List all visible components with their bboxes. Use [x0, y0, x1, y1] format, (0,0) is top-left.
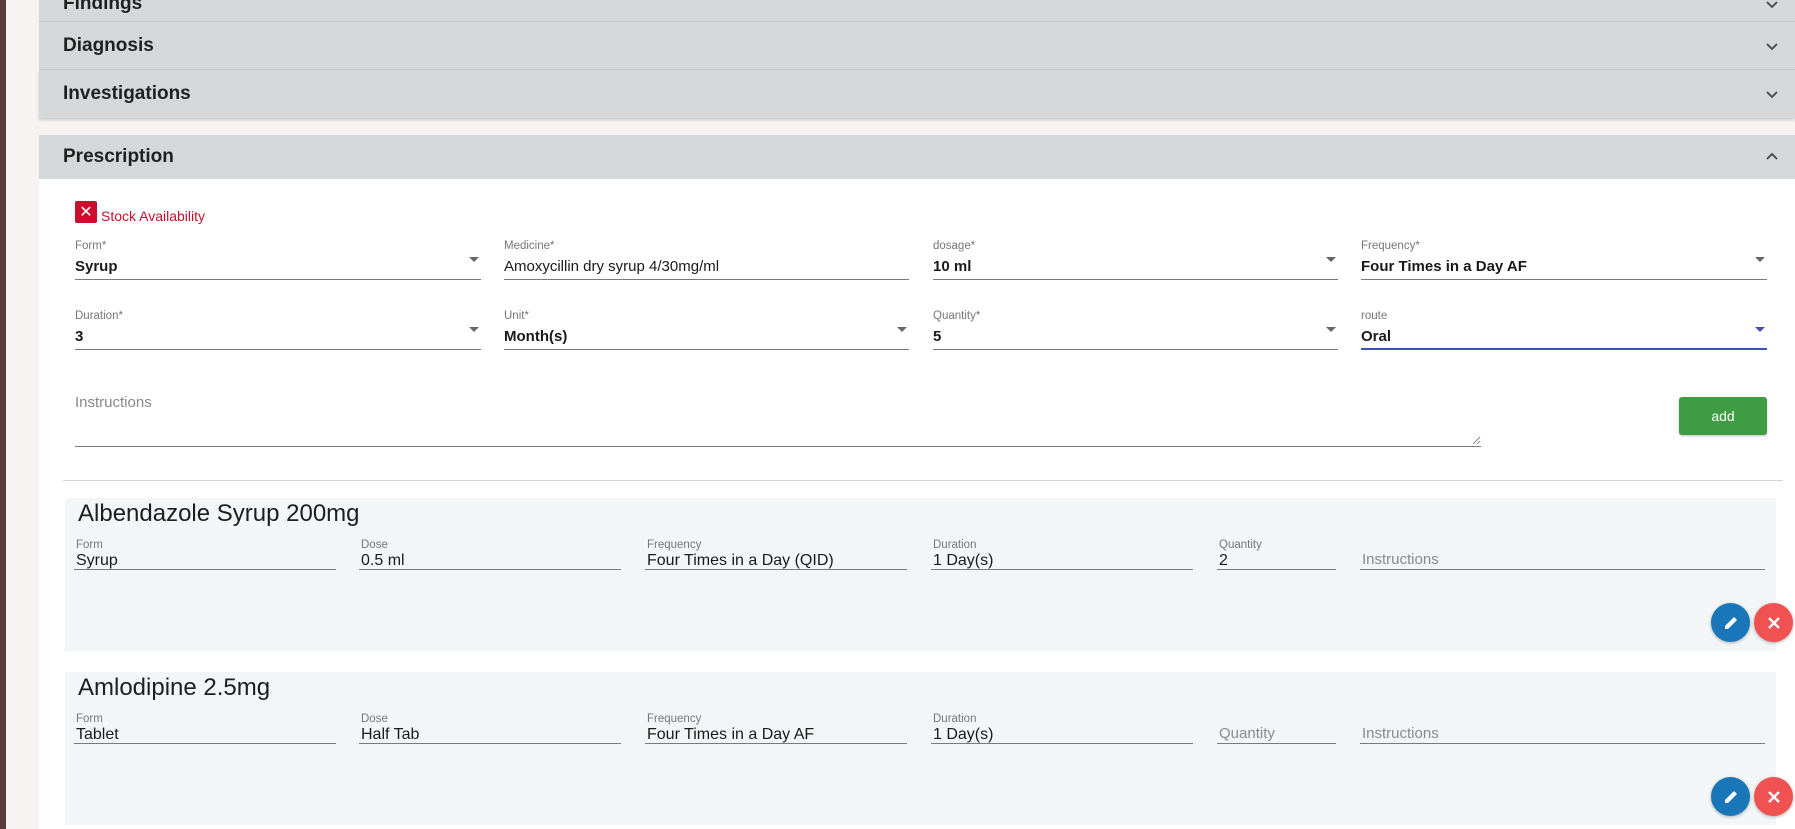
- med-frequency-field[interactable]: Frequency Four Times in a Day (QID): [645, 539, 907, 570]
- left-rail: [0, 0, 6, 829]
- stock-availability-label: Stock Availability: [101, 208, 206, 224]
- delete-button[interactable]: [1754, 777, 1793, 816]
- add-button[interactable]: add: [1679, 397, 1767, 435]
- med-instructions-field[interactable]: Instructions: [1360, 713, 1765, 744]
- unit-label: Unit*: [504, 310, 529, 322]
- prescription-body: ✕ Stock Availability Form* Syrup Medicin…: [39, 179, 1795, 829]
- findings-panel-header[interactable]: Findings: [39, 0, 1795, 22]
- med-dose-label: Dose: [361, 539, 388, 551]
- med-instructions-placeholder: Instructions: [1362, 725, 1439, 742]
- med-dose-value: Half Tab: [361, 726, 420, 743]
- chevron-up-icon[interactable]: [1761, 146, 1783, 168]
- med-duration-field[interactable]: Duration 1 Day(s): [931, 539, 1193, 570]
- route-label: route: [1361, 310, 1388, 322]
- pencil-icon: [1724, 616, 1737, 629]
- dropdown-arrow-icon: [1755, 327, 1765, 332]
- dropdown-arrow-icon: [897, 327, 907, 332]
- medicine-card: Albendazole Syrup 200mg Form Syrup Dose …: [65, 498, 1793, 651]
- med-instructions-field[interactable]: Instructions: [1360, 539, 1765, 570]
- medicine-name: Albendazole Syrup 200mg: [78, 500, 360, 527]
- delete-button[interactable]: [1754, 603, 1793, 642]
- med-dose-field[interactable]: Dose 0.5 ml: [359, 539, 621, 570]
- diagnosis-panel-header[interactable]: Diagnosis: [39, 22, 1795, 70]
- investigations-panel-header[interactable]: Investigations: [39, 70, 1795, 118]
- resize-grip-icon[interactable]: [1472, 436, 1481, 445]
- unit-select[interactable]: Unit* Month(s): [504, 310, 909, 350]
- dropdown-arrow-icon: [1326, 327, 1336, 332]
- med-quantity-field[interactable]: Quantity: [1217, 713, 1336, 744]
- med-form-field[interactable]: Form Syrup: [74, 539, 336, 570]
- dosage-label: dosage*: [933, 240, 976, 252]
- duration-value: 3: [75, 328, 84, 345]
- med-frequency-field[interactable]: Frequency Four Times in a Day AF: [645, 713, 907, 744]
- edit-button[interactable]: [1711, 603, 1750, 642]
- med-duration-value: 1 Day(s): [933, 726, 994, 743]
- investigations-title: Investigations: [63, 83, 191, 104]
- chevron-down-icon[interactable]: [1761, 0, 1783, 15]
- close-icon: [1767, 616, 1780, 629]
- med-duration-value: 1 Day(s): [933, 552, 994, 569]
- med-dose-field[interactable]: Dose Half Tab: [359, 713, 621, 744]
- med-duration-field[interactable]: Duration 1 Day(s): [931, 713, 1193, 744]
- med-duration-label: Duration: [933, 713, 977, 725]
- findings-title: Findings: [63, 0, 143, 14]
- med-quantity-label: Quantity: [1219, 539, 1262, 551]
- medicine-label: Medicine*: [504, 240, 555, 252]
- form-select[interactable]: Form* Syrup: [75, 240, 481, 280]
- med-quantity-value: 2: [1219, 552, 1228, 569]
- pencil-icon: [1724, 790, 1737, 803]
- dropdown-arrow-icon: [469, 257, 479, 262]
- med-form-value: Syrup: [76, 552, 118, 569]
- dosage-value: 10 ml: [933, 258, 972, 275]
- med-frequency-value: Four Times in a Day (QID): [647, 552, 834, 569]
- instructions-placeholder: Instructions: [75, 394, 152, 411]
- quantity-select[interactable]: Quantity* 5: [933, 310, 1338, 350]
- consultation-page: Findings Diagnosis Investigations Prescr…: [39, 0, 1795, 829]
- form-label: Form*: [75, 240, 107, 252]
- duration-select[interactable]: Duration* 3: [75, 310, 481, 350]
- dosage-select[interactable]: dosage* 10 ml: [933, 240, 1338, 280]
- med-dose-label: Dose: [361, 713, 388, 725]
- stock-availability[interactable]: ✕ Stock Availability: [75, 200, 205, 224]
- med-duration-label: Duration: [933, 539, 977, 551]
- med-quantity-field[interactable]: Quantity 2: [1217, 539, 1336, 570]
- chevron-down-icon[interactable]: [1761, 83, 1783, 105]
- dropdown-arrow-icon: [1326, 257, 1336, 262]
- prescription-title: Prescription: [63, 146, 174, 167]
- quantity-value: 5: [933, 328, 942, 345]
- frequency-value: Four Times in a Day AF: [1361, 258, 1527, 275]
- form-value: Syrup: [75, 258, 118, 275]
- med-frequency-value: Four Times in a Day AF: [647, 726, 815, 743]
- med-instructions-placeholder: Instructions: [1362, 551, 1439, 568]
- close-icon[interactable]: ✕: [75, 201, 97, 223]
- frequency-label: Frequency*: [1361, 240, 1420, 252]
- instructions-textarea[interactable]: Instructions: [75, 388, 1481, 447]
- med-form-label: Form: [76, 713, 103, 725]
- quantity-label: Quantity*: [933, 310, 981, 322]
- dropdown-arrow-icon: [1755, 257, 1765, 262]
- chevron-down-icon[interactable]: [1761, 35, 1783, 57]
- route-value: Oral: [1361, 328, 1392, 345]
- med-frequency-label: Frequency: [647, 539, 702, 551]
- medicine-value: Amoxycillin dry syrup 4/30mg/ml: [504, 258, 720, 275]
- frequency-select[interactable]: Frequency* Four Times in a Day AF: [1361, 240, 1767, 280]
- prescription-panel-header[interactable]: Prescription: [39, 135, 1795, 179]
- diagnosis-title: Diagnosis: [63, 34, 154, 56]
- dropdown-arrow-icon: [469, 327, 479, 332]
- med-quantity-placeholder: Quantity: [1219, 725, 1275, 742]
- med-form-label: Form: [76, 539, 103, 551]
- route-select[interactable]: route Oral: [1361, 310, 1767, 350]
- med-frequency-label: Frequency: [647, 713, 702, 725]
- unit-value: Month(s): [504, 328, 568, 345]
- divider: [63, 480, 1783, 481]
- med-form-field[interactable]: Form Tablet: [74, 713, 336, 744]
- edit-button[interactable]: [1711, 777, 1750, 816]
- medicine-input[interactable]: Medicine* Amoxycillin dry syrup 4/30mg/m…: [504, 240, 909, 280]
- close-icon: [1767, 790, 1780, 803]
- med-form-value: Tablet: [76, 726, 119, 743]
- med-dose-value: 0.5 ml: [361, 552, 405, 569]
- duration-label: Duration*: [75, 310, 123, 322]
- medicine-name: Amlodipine 2.5mg: [78, 674, 271, 701]
- medicine-card: Amlodipine 2.5mg Form Tablet Dose Half T…: [65, 672, 1793, 825]
